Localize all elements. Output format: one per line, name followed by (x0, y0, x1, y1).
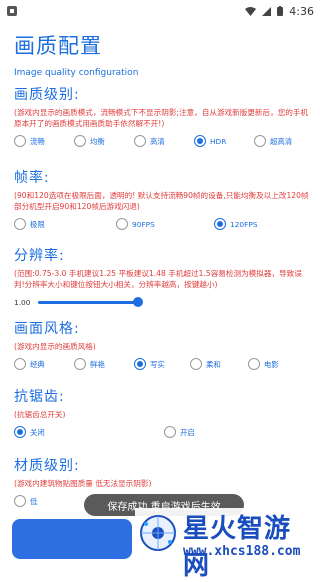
radio-button-selected[interactable] (14, 426, 26, 438)
radio-option-soft[interactable]: 柔和 (190, 358, 248, 370)
anti-aliasing-section: 抗锯齿: (抗锯齿总开关) 关闭 开启 (14, 386, 310, 438)
quality-level-title: 画质级别: (14, 87, 80, 103)
radio-option-90fps[interactable]: 90FPS (116, 218, 214, 230)
material-title: 材质级别: (14, 458, 80, 474)
radio-option-balanced[interactable]: 均衡 (74, 135, 134, 147)
radio-button[interactable] (116, 218, 128, 230)
fps-section: 帧率: (90和120选项在极限后面，透明的! 默认支持流畅90帧的设备,只能均… (14, 167, 310, 230)
battery-icon (277, 6, 284, 16)
fps-options: 极限 90FPS 120FPS (14, 218, 310, 230)
signal-icon (262, 6, 272, 16)
clock: 4:36 (289, 4, 314, 18)
style-title: 画面风格: (14, 321, 80, 337)
radio-button[interactable] (14, 218, 26, 230)
material-desc: (游戏内建筑物贴图质量 低无法显示阴影) (14, 479, 152, 488)
quality-level-desc: (游戏内显示的画质模式，流畅模式下不显示阴影;注意，自从游戏新版更新后，您的手机… (14, 108, 309, 128)
wifi-icon (245, 6, 257, 16)
resolution-slider-thumb[interactable] (133, 297, 143, 307)
radio-button[interactable] (164, 426, 176, 438)
resolution-slider[interactable] (38, 297, 143, 307)
radio-button[interactable] (14, 358, 26, 370)
anti-aliasing-options: 关闭 开启 (14, 426, 310, 438)
radio-option-cinema[interactable]: 电影 (248, 358, 298, 370)
radio-option-hd[interactable]: 高清 (134, 135, 194, 147)
radio-option-classic[interactable]: 经典 (14, 358, 74, 370)
page-title: 画质配置 (14, 34, 102, 58)
style-section: 画面风格: (游戏内显示的画质风格) 经典 鲜艳 写实 柔和 电影 (14, 318, 310, 370)
watermark: 星火智游网 www.xhcs188.com (135, 508, 315, 581)
radio-option-hdr[interactable]: HDR (194, 135, 254, 147)
fps-desc: (90和120选项在极限后面，透明的! 默认支持流畅90帧的设备,只能均衡及以上… (14, 191, 309, 211)
style-desc: (游戏内显示的画质风格) (14, 342, 96, 351)
quality-level-options: 流畅 均衡 高清 HDR 超高清 (14, 135, 310, 147)
notification-area (6, 5, 18, 17)
radio-button[interactable] (74, 135, 86, 147)
radio-button[interactable] (14, 135, 26, 147)
fps-title: 帧率: (14, 170, 50, 186)
watermark-url: www.xhcs188.com (183, 544, 301, 559)
radio-option-extreme[interactable]: 极限 (14, 218, 116, 230)
radio-button[interactable] (14, 495, 26, 507)
radio-button-selected[interactable] (134, 358, 146, 370)
radio-button-selected[interactable] (214, 218, 226, 230)
radio-option-realistic[interactable]: 写实 (134, 358, 190, 370)
resolution-section: 分辨率: (范围:0.75-3.0 手机建议1.25 平板建议1.48 手机超过… (14, 245, 310, 307)
radio-button[interactable] (190, 358, 202, 370)
resolution-desc: (范围:0.75-3.0 手机建议1.25 平板建议1.48 手机超过1.5容易… (14, 269, 302, 289)
style-options: 经典 鲜艳 写实 柔和 电影 (14, 358, 310, 370)
quality-level-section: 画质级别: (游戏内显示的画质模式，流畅模式下不显示阴影;注意，自从游戏新版更新… (14, 84, 310, 147)
radio-option-120fps[interactable]: 120FPS (214, 218, 304, 230)
resolution-slider-fill (38, 301, 138, 304)
anti-aliasing-title: 抗锯齿: (14, 389, 65, 405)
radio-option-on[interactable]: 开启 (164, 426, 264, 438)
radio-option-vivid[interactable]: 鲜艳 (74, 358, 134, 370)
resolution-slider-row: 1.00 (14, 297, 310, 307)
radio-button-selected[interactable] (194, 135, 206, 147)
save-button[interactable] (12, 519, 132, 559)
status-bar: 4:36 (0, 0, 320, 22)
radio-button[interactable] (248, 358, 260, 370)
page-subtitle: Image quality configuration (14, 68, 139, 78)
radio-button[interactable] (74, 358, 86, 370)
watermark-logo (140, 515, 176, 551)
app-notification-icon (7, 6, 17, 16)
radio-button[interactable] (254, 135, 266, 147)
resolution-value: 1.00 (14, 298, 31, 307)
radio-option-smooth[interactable]: 流畅 (14, 135, 74, 147)
radio-button[interactable] (134, 135, 146, 147)
resolution-title: 分辨率: (14, 248, 65, 264)
anti-aliasing-desc: (抗锯齿总开关) (14, 410, 66, 419)
radio-option-low[interactable]: 低 (14, 495, 74, 507)
radio-option-off[interactable]: 关闭 (14, 426, 164, 438)
radio-option-ultra-hd[interactable]: 超高清 (254, 135, 310, 147)
header: 画质配置 Image quality configuration (14, 30, 138, 78)
